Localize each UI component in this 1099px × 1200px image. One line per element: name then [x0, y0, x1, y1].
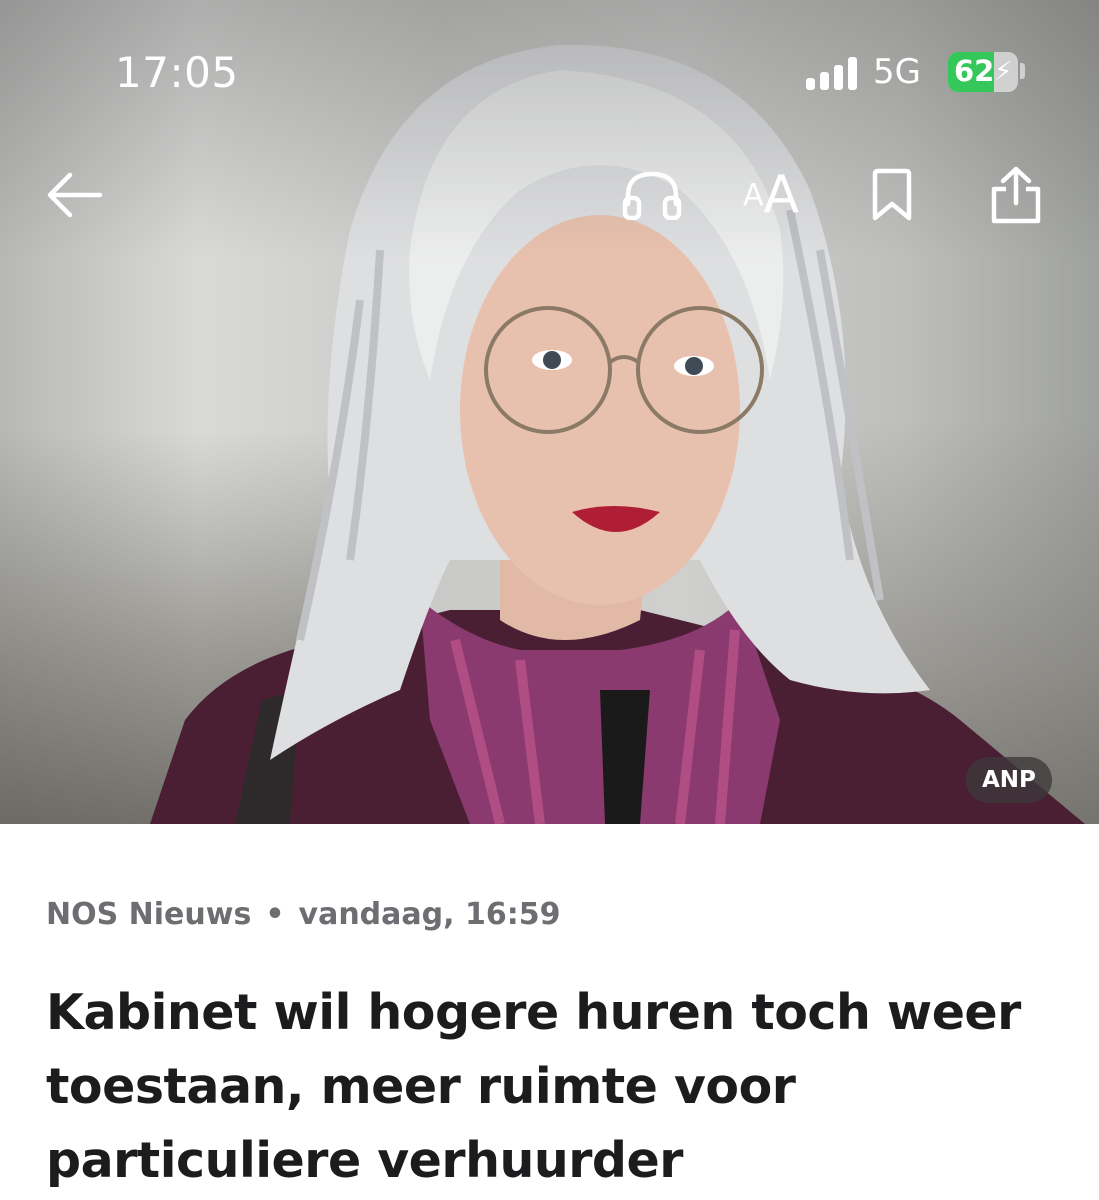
meta-separator: •	[265, 897, 285, 932]
share-icon	[991, 166, 1041, 224]
battery-percent: 62	[954, 54, 995, 88]
article-headline: Kabinet wil hogere huren toch weer toest…	[46, 984, 1021, 1189]
bookmark-icon	[872, 168, 912, 221]
share-button[interactable]	[984, 163, 1048, 227]
signal-strength-icon	[806, 56, 860, 90]
headphones-icon	[622, 171, 682, 220]
listen-button[interactable]	[620, 163, 684, 227]
arrow-left-icon	[47, 172, 103, 218]
article-screen: 17:05 5G 62 ⚡ A A ANP NOS Nieuws • vanda…	[0, 0, 1099, 1200]
article-timestamp: vandaag, 16:59	[298, 897, 561, 932]
text-size-button[interactable]: A A	[734, 163, 808, 227]
back-button[interactable]	[42, 163, 106, 227]
article-source[interactable]: NOS Nieuws	[46, 897, 251, 932]
photo-credit-badge: ANP	[966, 757, 1052, 803]
article-hero-image[interactable]: 17:05 5G 62 ⚡ A A ANP	[0, 0, 1099, 824]
network-type: 5G	[873, 52, 921, 92]
article-meta: NOS Nieuws • vandaag, 16:59	[46, 897, 560, 932]
battery-icon: 62 ⚡	[948, 52, 1018, 92]
battery-cap	[1020, 63, 1025, 79]
status-time: 17:05	[115, 48, 239, 97]
text-size-large-letter: A	[763, 165, 800, 225]
status-bar: 17:05 5G 62 ⚡	[0, 0, 1099, 150]
bookmark-button[interactable]	[860, 163, 924, 227]
charging-bolt-icon: ⚡	[994, 57, 1013, 87]
text-size-small-letter: A	[742, 177, 764, 213]
